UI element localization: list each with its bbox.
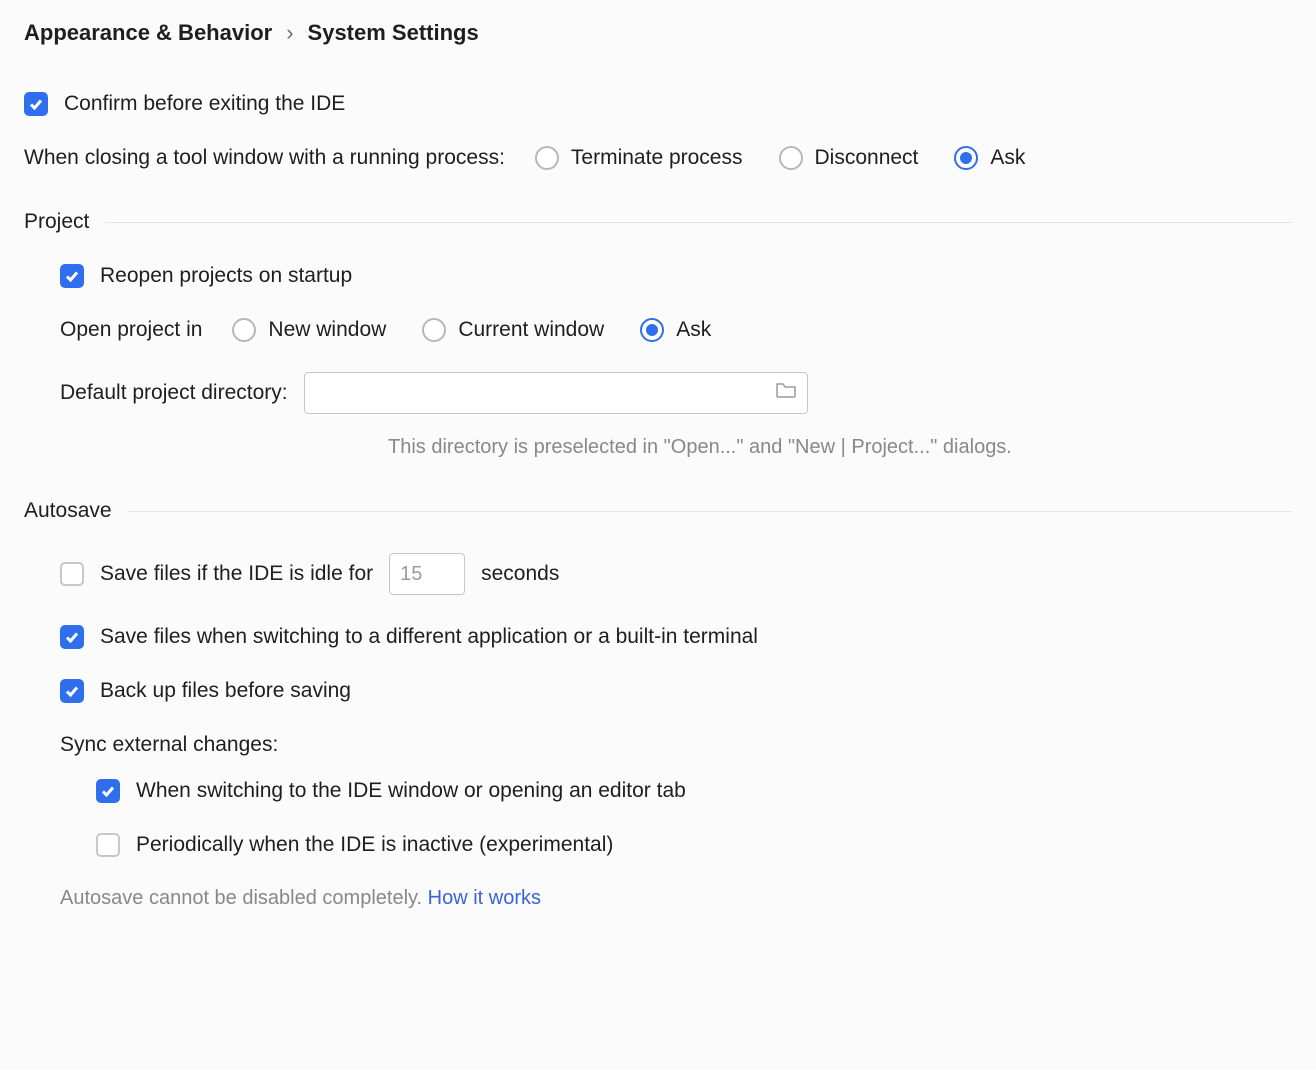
radio-icon xyxy=(422,318,446,342)
divider xyxy=(128,511,1292,512)
default-dir-row: Default project directory: xyxy=(60,372,1292,414)
confirm-exit-checkbox[interactable] xyxy=(24,92,48,116)
radio-ask-project[interactable]: Ask xyxy=(640,318,711,342)
idle-save-suffix: seconds xyxy=(481,562,559,586)
breadcrumb-current: System Settings xyxy=(308,20,479,46)
radio-terminate[interactable]: Terminate process xyxy=(535,146,743,170)
radio-label: New window xyxy=(268,318,386,342)
backup-row: Back up files before saving xyxy=(60,679,1292,703)
backup-label: Back up files before saving xyxy=(100,679,351,703)
radio-label: Ask xyxy=(676,318,711,342)
check-icon xyxy=(64,268,80,284)
autosave-section-header: Autosave xyxy=(24,499,1292,523)
folder-icon[interactable] xyxy=(775,381,797,405)
idle-save-checkbox[interactable] xyxy=(60,562,84,586)
radio-label: Terminate process xyxy=(571,146,743,170)
sync-switch-label: When switching to the IDE window or open… xyxy=(136,779,686,803)
closing-tool-window-label: When closing a tool window with a runnin… xyxy=(24,146,505,170)
backup-checkbox[interactable] xyxy=(60,679,84,703)
reopen-checkbox[interactable] xyxy=(60,264,84,288)
radio-ask[interactable]: Ask xyxy=(954,146,1025,170)
radio-icon xyxy=(954,146,978,170)
idle-seconds-value: 15 xyxy=(400,563,422,586)
project-section-header: Project xyxy=(24,210,1292,234)
open-project-in-row: Open project in New window Current windo… xyxy=(60,318,1292,342)
divider xyxy=(105,222,1292,223)
sync-label-row: Sync external changes: xyxy=(60,733,1292,757)
how-it-works-link[interactable]: How it works xyxy=(428,887,541,909)
radio-label: Disconnect xyxy=(815,146,919,170)
check-icon xyxy=(100,783,116,799)
closing-tool-window-radios: Terminate process Disconnect Ask xyxy=(535,146,1025,170)
breadcrumb: Appearance & Behavior › System Settings xyxy=(24,20,1292,46)
idle-seconds-input[interactable]: 15 xyxy=(389,553,465,595)
idle-save-row: Save files if the IDE is idle for 15 sec… xyxy=(60,553,1292,595)
sync-periodic-label: Periodically when the IDE is inactive (e… xyxy=(136,833,613,857)
reopen-row: Reopen projects on startup xyxy=(60,264,1292,288)
project-section-title: Project xyxy=(24,210,89,234)
check-icon xyxy=(64,629,80,645)
open-project-radios: New window Current window Ask xyxy=(232,318,711,342)
radio-icon xyxy=(779,146,803,170)
radio-icon xyxy=(232,318,256,342)
autosave-section: Autosave Save files if the IDE is idle f… xyxy=(24,499,1292,910)
confirm-exit-row: Confirm before exiting the IDE xyxy=(24,92,1292,116)
chevron-right-icon: › xyxy=(286,20,293,46)
switch-app-row: Save files when switching to a different… xyxy=(60,625,1292,649)
idle-save-prefix: Save files if the IDE is idle for xyxy=(100,562,373,586)
open-project-in-label: Open project in xyxy=(60,318,202,342)
footnote-text: Autosave cannot be disabled completely. xyxy=(60,887,428,909)
project-section: Project Reopen projects on startup Open … xyxy=(24,210,1292,459)
check-icon xyxy=(28,96,44,112)
radio-label: Current window xyxy=(458,318,604,342)
sync-label: Sync external changes: xyxy=(60,733,278,757)
radio-new-window[interactable]: New window xyxy=(232,318,386,342)
reopen-label: Reopen projects on startup xyxy=(100,264,352,288)
radio-disconnect[interactable]: Disconnect xyxy=(779,146,919,170)
breadcrumb-parent[interactable]: Appearance & Behavior xyxy=(24,20,272,46)
autosave-section-title: Autosave xyxy=(24,499,112,523)
radio-current-window[interactable]: Current window xyxy=(422,318,604,342)
default-dir-input[interactable] xyxy=(304,372,808,414)
sync-periodic-checkbox[interactable] xyxy=(96,833,120,857)
sync-switch-row: When switching to the IDE window or open… xyxy=(96,779,1292,803)
switch-app-checkbox[interactable] xyxy=(60,625,84,649)
radio-label: Ask xyxy=(990,146,1025,170)
radio-icon xyxy=(640,318,664,342)
default-dir-label: Default project directory: xyxy=(60,381,288,405)
check-icon xyxy=(64,683,80,699)
confirm-exit-label: Confirm before exiting the IDE xyxy=(64,92,345,116)
sync-periodic-row: Periodically when the IDE is inactive (e… xyxy=(96,833,1292,857)
closing-tool-window-row: When closing a tool window with a runnin… xyxy=(24,146,1292,170)
switch-app-label: Save files when switching to a different… xyxy=(100,625,758,649)
autosave-footnote: Autosave cannot be disabled completely. … xyxy=(24,887,1292,910)
default-dir-hint: This directory is preselected in "Open..… xyxy=(388,436,1292,459)
sync-switch-checkbox[interactable] xyxy=(96,779,120,803)
radio-icon xyxy=(535,146,559,170)
